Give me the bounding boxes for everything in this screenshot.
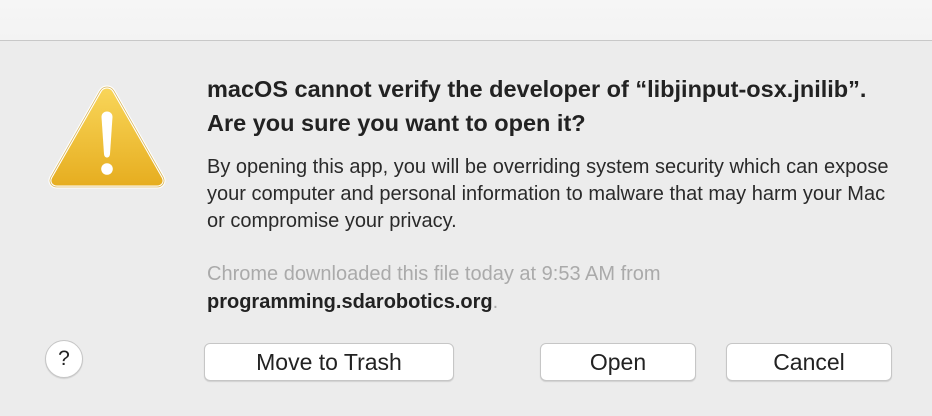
- dialog-body: By opening this app, you will be overrid…: [207, 156, 889, 232]
- security-alert-dialog: macOS cannot verify the developer of “li…: [0, 0, 932, 416]
- open-button[interactable]: Open: [540, 343, 696, 381]
- warning-triangle-icon: [47, 83, 167, 191]
- download-source-period: .: [492, 291, 499, 313]
- download-source-domain-line: programming.sdarobotics.org.: [207, 288, 897, 316]
- window-titlebar[interactable]: [0, 0, 932, 41]
- move-to-trash-button[interactable]: Move to Trash: [204, 343, 454, 381]
- dialog-content: macOS cannot verify the developer of “li…: [207, 72, 897, 316]
- download-source-domain: programming.sdarobotics.org: [207, 291, 493, 313]
- help-button[interactable]: ?: [45, 340, 83, 378]
- download-source-text: Chrome downloaded this file today at 9:5…: [207, 263, 661, 285]
- cancel-button[interactable]: Cancel: [726, 343, 892, 381]
- dialog-title: macOS cannot verify the developer of “li…: [207, 76, 867, 136]
- download-source-info: Chrome downloaded this file today at 9:5…: [207, 260, 897, 316]
